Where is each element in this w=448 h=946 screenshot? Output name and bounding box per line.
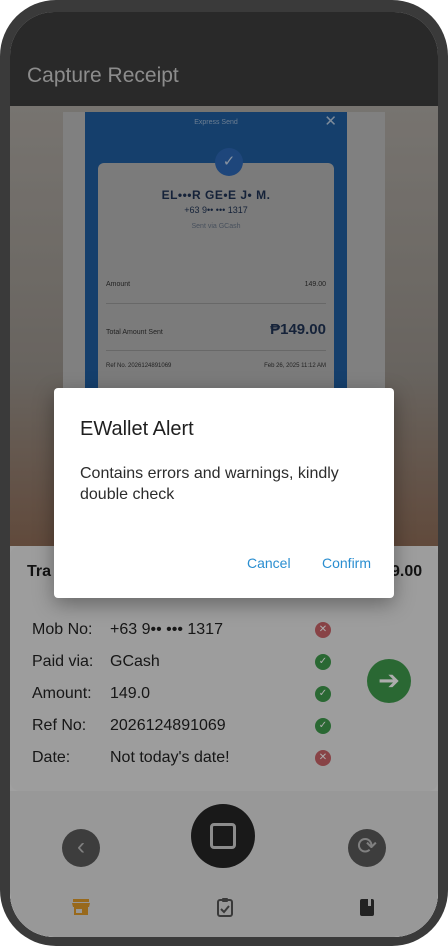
cancel-button[interactable]: Cancel (247, 555, 291, 571)
alert-dialog: EWallet Alert Contains errors and warnin… (54, 388, 394, 598)
confirm-button[interactable]: Confirm (322, 555, 371, 571)
screen: Capture Receipt Express Send ✕ ✓ EL•••R … (10, 12, 438, 937)
phone-frame: Capture Receipt Express Send ✕ ✓ EL•••R … (0, 0, 448, 946)
dialog-message: Contains errors and warnings, kindly dou… (80, 465, 339, 503)
dialog-title: EWallet Alert (80, 418, 194, 440)
